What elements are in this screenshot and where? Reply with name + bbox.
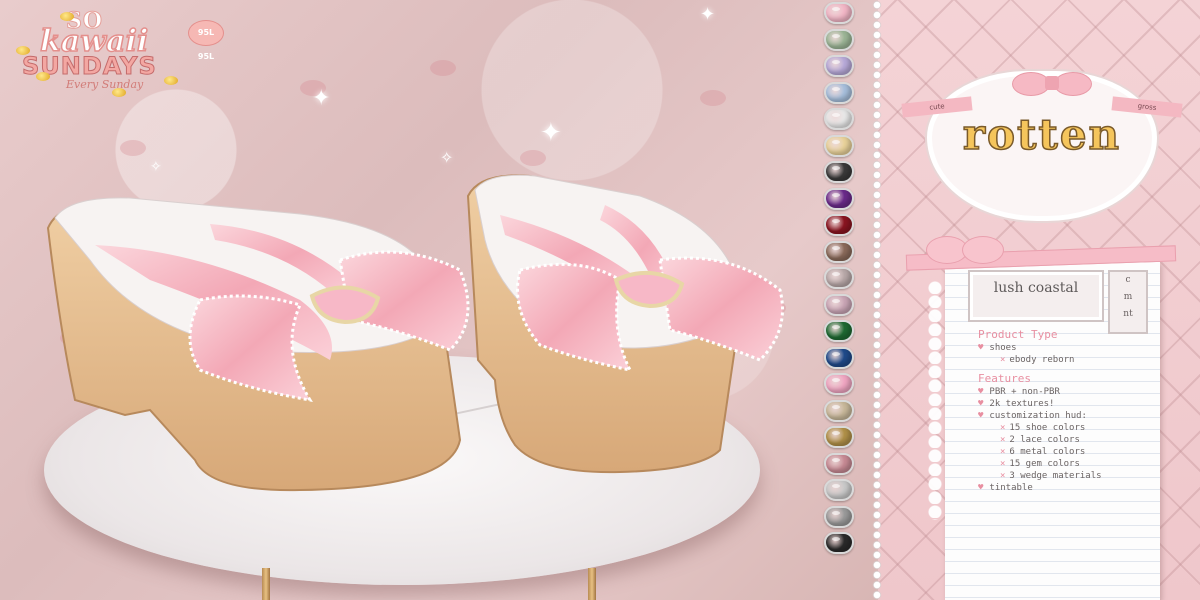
feature-item: × ebody reborn <box>978 354 1168 366</box>
size-option: m <box>1123 292 1133 302</box>
color-swatch-button[interactable] <box>824 346 854 369</box>
heart-gem-icon <box>824 55 854 77</box>
color-swatch-button[interactable] <box>824 320 854 342</box>
pink-bow-icon <box>1012 68 1092 98</box>
heart-gem-icon <box>824 28 854 51</box>
bullet-heart-icon: ♥ <box>978 387 984 397</box>
color-swatch-button[interactable] <box>824 134 854 157</box>
features-list: ♥ PBR + non-PBR ♥ 2k textures! ♥ customizatio… <box>978 386 1168 494</box>
bullet-x-icon: × <box>1000 423 1006 433</box>
color-swatch-button[interactable] <box>824 399 854 422</box>
heart-gem-icon <box>824 426 854 448</box>
product-name-label: lush coastal <box>968 270 1104 322</box>
feature-item: ♥ 2k textures! <box>978 398 1168 410</box>
feature-text: 15 gem colors <box>1009 459 1080 469</box>
left-shoe <box>46 197 470 492</box>
color-swatch-button[interactable] <box>824 267 854 289</box>
heart-gem-icon <box>824 320 854 342</box>
pearl-border <box>872 0 882 600</box>
feature-item: ♥ customization hud: <box>978 410 1168 422</box>
shoes-illustration <box>46 174 784 492</box>
size-option: nt <box>1123 309 1133 319</box>
heart-gem-icon <box>824 161 854 183</box>
color-swatch-button[interactable] <box>824 452 854 475</box>
product-name: lush coastal <box>993 280 1079 296</box>
size-option: c <box>1125 275 1131 285</box>
color-swatch-button[interactable] <box>824 532 854 554</box>
heart-gem-icon <box>824 346 854 369</box>
heart-gem-icon <box>824 373 854 395</box>
heart-gem-icon <box>824 134 854 157</box>
bullet-x-icon: × <box>1000 447 1006 457</box>
bullet-heart-icon: ♥ <box>978 343 984 353</box>
feature-text: 6 metal colors <box>1009 447 1086 457</box>
heart-gem-icon <box>824 214 854 236</box>
features-heading: Features <box>978 372 1031 385</box>
color-swatch-button[interactable] <box>824 240 854 263</box>
color-swatch-button[interactable] <box>824 505 854 528</box>
product-type-heading: Product Type <box>978 328 1058 341</box>
heart-gem-icon <box>824 267 854 289</box>
lace-trim <box>924 280 946 520</box>
feature-item: ♥ PBR + non-PBR <box>978 386 1168 398</box>
ribbon-bow-icon <box>905 236 1177 272</box>
feature-text: customization hud: <box>989 411 1087 421</box>
feature-text: 2k textures! <box>989 399 1055 409</box>
heart-gem-icon <box>824 81 854 104</box>
size-options: c m nt <box>1108 270 1148 334</box>
bullet-heart-icon: ♥ <box>978 399 984 409</box>
brand-logo-text: rotten <box>962 109 1122 160</box>
heart-gem-icon <box>824 452 854 475</box>
bullet-heart-icon: ♥ <box>978 411 984 421</box>
heart-gem-icon <box>824 293 854 316</box>
color-swatch-button[interactable] <box>824 108 854 130</box>
feature-item: × 3 wedge materials <box>978 470 1168 482</box>
feature-text: 15 shoe colors <box>1009 423 1086 433</box>
color-swatch-button[interactable] <box>824 81 854 104</box>
bullet-x-icon: × <box>1000 471 1006 481</box>
feature-text: PBR + non-PBR <box>989 387 1060 397</box>
heart-gem-icon <box>824 240 854 263</box>
feature-item: × 15 shoe colors <box>978 422 1168 434</box>
feature-text: 2 lace colors <box>1009 435 1080 445</box>
feature-item: ♥ tintable <box>978 482 1168 494</box>
feature-text: tintable <box>989 483 1033 493</box>
color-swatch-column <box>818 2 860 559</box>
bullet-x-icon: × <box>1000 459 1006 469</box>
heart-gem-icon <box>824 2 854 24</box>
feature-text: 3 wedge materials <box>1009 471 1102 481</box>
feature-item: × 15 gem colors <box>978 458 1168 470</box>
heart-gem-icon <box>824 108 854 130</box>
heart-gem-icon <box>824 505 854 528</box>
product-type-list: ♥ shoes × ebody reborn <box>978 342 1168 366</box>
color-swatch-button[interactable] <box>824 161 854 183</box>
right-shoe <box>466 174 784 474</box>
color-swatch-button[interactable] <box>824 293 854 316</box>
product-details: Product Type ♥ shoes × ebody reborn Feature… <box>978 326 1168 494</box>
color-swatch-button[interactable] <box>824 426 854 448</box>
color-swatch-button[interactable] <box>824 479 854 501</box>
color-swatch-button[interactable] <box>824 373 854 395</box>
bullet-heart-icon: ♥ <box>978 483 984 493</box>
bullet-x-icon: × <box>1000 355 1006 365</box>
heart-gem-icon <box>824 532 854 554</box>
color-swatch-button[interactable] <box>824 214 854 236</box>
heart-gem-icon <box>824 479 854 501</box>
color-swatch-button[interactable] <box>824 55 854 77</box>
feature-item: × 2 lace colors <box>978 434 1168 446</box>
color-swatch-button[interactable] <box>824 28 854 51</box>
feature-text: ebody reborn <box>1009 355 1075 365</box>
color-swatch-button[interactable] <box>824 2 854 24</box>
feature-item: ♥ shoes <box>978 342 1168 354</box>
feature-text: shoes <box>989 343 1017 353</box>
feature-item: × 6 metal colors <box>978 446 1168 458</box>
heart-gem-icon <box>824 187 854 210</box>
heart-gem-icon <box>824 399 854 422</box>
color-swatch-button[interactable] <box>824 187 854 210</box>
bullet-x-icon: × <box>1000 435 1006 445</box>
